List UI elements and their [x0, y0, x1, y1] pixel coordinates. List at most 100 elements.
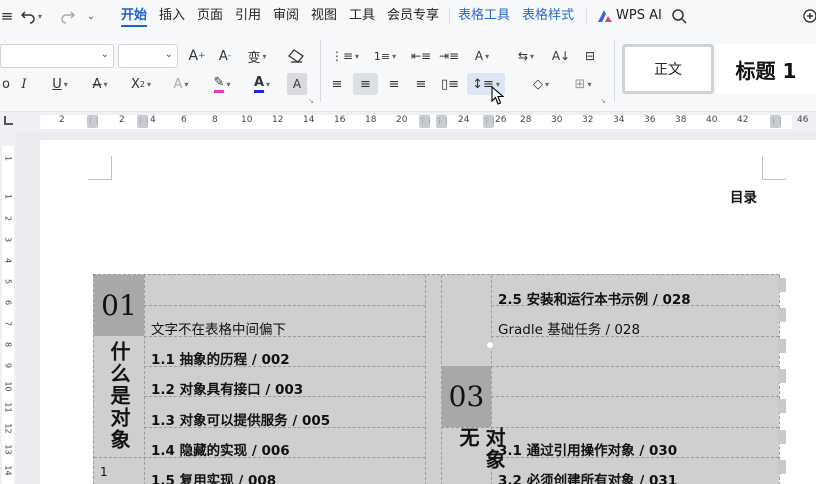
- toc-entry-1-1[interactable]: 1.1 抽象的历程 / 002: [151, 348, 290, 368]
- undo-icon[interactable]: ▾: [16, 6, 46, 26]
- ruler-tick: 42: [737, 115, 749, 125]
- tab-insert[interactable]: 插入: [159, 7, 185, 27]
- toc-entry-3-1[interactable]: 3.1 通过引用操作对象 / 030: [498, 439, 677, 459]
- tab-selector-icon[interactable]: [4, 116, 13, 125]
- decrease-indent-icon[interactable]: ⇤≡: [410, 45, 432, 67]
- search-icon[interactable]: [670, 6, 688, 26]
- ruler-tick: 16: [334, 115, 346, 125]
- show-marks-icon[interactable]: ⊟: [578, 45, 602, 67]
- style-heading-1-label: 标题 1: [735, 58, 797, 83]
- toc-entry-3-2[interactable]: 3.2 必须创建所有对象 / 031: [498, 469, 677, 484]
- tab-table-tools[interactable]: 表格工具: [458, 7, 510, 27]
- style-normal[interactable]: 正文: [622, 44, 714, 94]
- tab-review[interactable]: 审阅: [273, 7, 299, 27]
- tab-page[interactable]: 页面: [197, 7, 223, 27]
- toc-note[interactable]: 文字不在表格中间偏下: [151, 318, 286, 338]
- chapter-1-number[interactable]: 1: [100, 465, 108, 479]
- style-heading-1[interactable]: 标题 1: [716, 44, 816, 94]
- tab-home[interactable]: 开始: [121, 7, 148, 27]
- clear-format-icon[interactable]: [284, 45, 308, 67]
- ruler-column-marker[interactable]: ⋮⋮: [137, 115, 151, 128]
- justify-icon[interactable]: ≡: [410, 73, 432, 95]
- ruler-column-marker[interactable]: ⋮⋮: [436, 115, 450, 128]
- table-resize-handle[interactable]: [486, 341, 494, 349]
- ruler-tick: 24: [458, 115, 470, 125]
- font-size-combo[interactable]: ⌄: [118, 44, 178, 68]
- horizontal-ruler[interactable]: ⋮⋮ ⋮⋮ ⋮⋮ ⋮⋮ ⋮⋮ ⋮⋮ 2 2 4 6 8 10 12 14 16 …: [0, 112, 816, 132]
- numbering-icon[interactable]: 1≡ ▾: [370, 45, 400, 67]
- ruler-tick: 30: [551, 115, 563, 125]
- align-right-icon[interactable]: ≡: [383, 73, 405, 95]
- text-effect-icon[interactable]: A ▾: [164, 73, 198, 95]
- toc-entry-1-4[interactable]: 1.4 隐藏的实现 / 006: [151, 439, 290, 459]
- align-left-icon[interactable]: ≡: [326, 73, 348, 95]
- vruler-tick: 1: [3, 155, 13, 162]
- strikethrough-icon[interactable]: A ▾: [84, 73, 116, 95]
- redo-icon[interactable]: [56, 6, 80, 26]
- toc-table[interactable]: 01 什么是对象 1 文字不在表格中间偏下 1.1 抽象的历程 / 002 1.…: [93, 274, 780, 484]
- ruler-column-marker[interactable]: ⋮⋮: [87, 115, 101, 128]
- toc-entry-1-2[interactable]: 1.2 对象具有接口 / 003: [151, 378, 303, 398]
- ruler-column-marker[interactable]: ⋮⋮: [483, 115, 497, 128]
- font-color-icon[interactable]: A ▾: [244, 73, 280, 95]
- ruler-tick: 14: [303, 115, 315, 125]
- quick-access-more-icon[interactable]: ⌄: [84, 6, 98, 26]
- ruler-tick: 46: [797, 115, 809, 125]
- tab-member[interactable]: 会员专享: [387, 7, 439, 27]
- chinese-layout-icon[interactable]: A ▾: [466, 45, 498, 67]
- toc-entry-1-3[interactable]: 1.3 对象可以提供服务 / 005: [151, 409, 330, 429]
- chapter-1-badge[interactable]: 01: [94, 275, 144, 336]
- tab-table-style[interactable]: 表格样式: [522, 7, 574, 27]
- superscript-icon[interactable]: X 2 ▾: [124, 73, 158, 95]
- file-menu-edge[interactable]: ≡: [0, 6, 14, 26]
- toc-entry-gradle[interactable]: Gradle 基础任务 / 028: [498, 318, 640, 338]
- char-shading-icon[interactable]: A: [287, 73, 307, 95]
- ruler-tick: 20: [396, 115, 408, 125]
- underline-icon[interactable]: U ▾: [44, 73, 76, 95]
- ruler-column-marker[interactable]: ⋮⋮: [770, 115, 784, 128]
- page-margin-corner: [762, 156, 786, 180]
- tab-view[interactable]: 视图: [311, 7, 337, 27]
- bold-edge-icon[interactable]: o: [0, 73, 12, 95]
- bullets-icon[interactable]: ⋮≡ ▾: [330, 45, 360, 67]
- table-row-handles[interactable]: [778, 274, 788, 484]
- vruler-tick: 6: [3, 299, 13, 306]
- toc-header-title[interactable]: 目录: [730, 186, 757, 206]
- toc-entry-2-5[interactable]: 2.5 安装和运行本书示例 / 028: [498, 288, 691, 308]
- align-center-icon[interactable]: ≡: [353, 73, 378, 95]
- phonetic-guide-icon[interactable]: 变 ▾: [242, 45, 272, 67]
- sort-icon[interactable]: A↓: [550, 45, 572, 67]
- menu-separator: [586, 9, 587, 23]
- tab-tools[interactable]: 工具: [349, 7, 375, 27]
- wps-ai-label[interactable]: WPS AI: [616, 7, 662, 27]
- vruler-tick: 7: [3, 320, 13, 327]
- vruler-tick: 14: [3, 465, 13, 476]
- toc-entry-1-5[interactable]: 1.5 复用实现 / 008: [151, 469, 276, 484]
- vertical-ruler[interactable]: 1 1 2 3 4 5 6 7 8 9 10 11 12 13 14: [0, 132, 16, 484]
- ruler-column-marker[interactable]: ⋮⋮: [419, 115, 433, 128]
- chapter-1-title[interactable]: 什么是对象: [106, 341, 132, 451]
- increase-indent-icon[interactable]: ⇥≡: [438, 45, 460, 67]
- ruler-tick: 40: [706, 115, 718, 125]
- document-canvas: 目录 01 什么是对象 1 文字不在表格中间偏下 1.1 抽象的历程 / 002…: [16, 132, 816, 484]
- grow-font-icon[interactable]: A +: [186, 45, 208, 67]
- menu-separator: [449, 9, 450, 23]
- chapter-3-badge[interactable]: 03: [442, 366, 491, 427]
- shrink-font-icon[interactable]: A-: [214, 45, 236, 67]
- document-page[interactable]: 目录 01 什么是对象 1 文字不在表格中间偏下 1.1 抽象的历程 / 002…: [40, 140, 816, 484]
- borders-icon[interactable]: ⊞ ▾: [566, 73, 600, 95]
- notification-icon[interactable]: [800, 6, 816, 26]
- font-name-combo[interactable]: ⌄: [0, 44, 114, 68]
- text-direction-icon[interactable]: ⇆ ▾: [510, 45, 542, 67]
- highlight-icon[interactable]: ✎ ▾: [204, 73, 240, 95]
- ruler-tick: 26: [495, 115, 507, 125]
- vruler-tick: 10: [3, 381, 13, 392]
- shading-icon[interactable]: ◇ ▾: [524, 73, 558, 95]
- page-margin-corner: [88, 156, 112, 180]
- wps-ai-icon[interactable]: [596, 6, 614, 26]
- italic-icon[interactable]: I: [14, 73, 34, 95]
- font-dialog-launcher-icon[interactable]: ↘: [306, 96, 316, 106]
- tab-references[interactable]: 引用: [235, 7, 261, 27]
- distributed-icon[interactable]: ▯≡: [438, 73, 462, 95]
- paragraph-dialog-launcher-icon[interactable]: ↘: [598, 96, 608, 106]
